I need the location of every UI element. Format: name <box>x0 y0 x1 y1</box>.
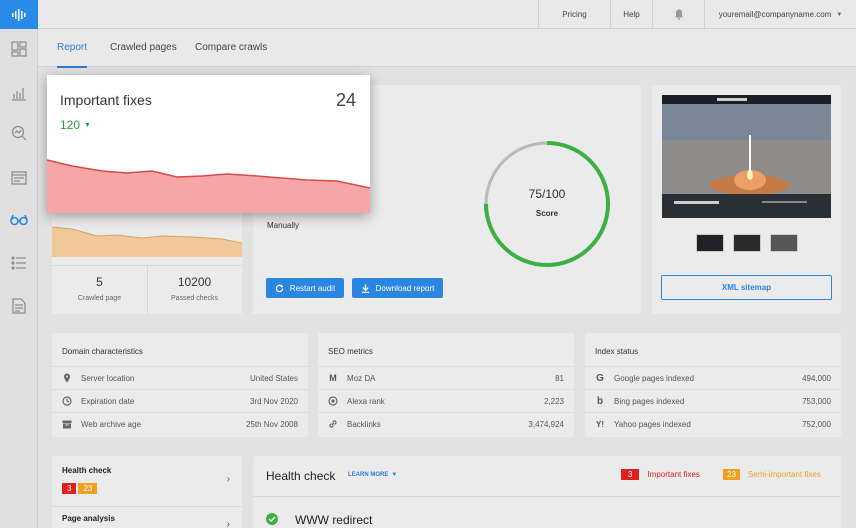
semi-important-fixes-filter[interactable]: 23 Semi-important fixes <box>723 469 821 480</box>
top-bar: Pricing Help youremail@companyname.com ▼ <box>38 0 856 29</box>
seo-metrics-card: SEO metrics M Moz DA 81 Alexa rank 2,223… <box>318 333 574 437</box>
seo-row: Backlinks 3,474,924 <box>318 412 574 435</box>
caret-down-icon: ▼ <box>84 121 91 129</box>
dashboard-icon[interactable] <box>9 39 29 59</box>
score-value: 75/100 <box>528 187 566 201</box>
app-logo[interactable] <box>0 0 38 29</box>
score-label: Score <box>535 209 559 218</box>
health-check-title: Health check <box>266 469 336 483</box>
site-preview-card: XML sitemap <box>652 85 841 314</box>
rocket-launch-image <box>662 95 831 218</box>
passed-checks-label: Passed checks <box>170 295 219 302</box>
location-pin-icon <box>62 373 72 383</box>
nav-semi-important-badge: 23 <box>78 483 98 494</box>
archive-icon <box>62 419 72 429</box>
domain-row: Server location United States <box>52 366 308 389</box>
tab-report[interactable]: Report <box>57 29 88 68</box>
index-status-card: Index status G Google pages indexed 494,… <box>585 333 841 437</box>
waveform-icon <box>12 8 26 21</box>
learn-more-link[interactable]: LEARN MORE ▼ <box>348 472 397 478</box>
pricing-link[interactable]: Pricing <box>538 0 610 29</box>
popup-title: Important fixes <box>60 92 152 108</box>
link-icon <box>328 419 338 429</box>
moz-icon: M <box>329 373 337 383</box>
index-row: Y! Yahoo pages indexed 752,000 <box>585 412 841 435</box>
domain-row: Expiration date 3rd Nov 2020 <box>52 389 308 412</box>
preview-thumbnail-1[interactable] <box>696 234 724 252</box>
important-fixes-filter[interactable]: 3 Important fixes <box>621 469 700 480</box>
glasses-icon[interactable] <box>9 210 29 230</box>
semi-important-fixes-count: 23 <box>723 469 740 480</box>
check-circle-icon <box>266 512 278 528</box>
document-icon[interactable] <box>9 296 29 316</box>
domain-row: Web archive age 25th Nov 2008 <box>52 412 308 435</box>
health-check-panel: Health check LEARN MORE ▼ 3 Important fix… <box>253 456 841 528</box>
search-analytics-icon[interactable] <box>9 123 29 143</box>
nav-health-check-label: Health check <box>62 466 112 475</box>
audit-mode: Manually <box>267 221 300 230</box>
bing-icon: b <box>596 395 604 407</box>
clock-icon <box>62 396 72 406</box>
important-fixes-count: 3 <box>621 469 640 480</box>
semi-important-fixes-label: Semi-important fixes <box>747 470 821 479</box>
index-row: G Google pages indexed 494,000 <box>585 366 841 389</box>
chevron-right-icon: › <box>226 474 230 485</box>
domain-characteristics-card: Domain characteristics Server location U… <box>52 333 308 437</box>
download-report-button[interactable]: Download report <box>352 278 443 298</box>
yahoo-icon: Y! <box>596 419 604 429</box>
list-icon[interactable] <box>9 253 29 273</box>
chevron-right-icon: › <box>226 519 230 528</box>
bell-icon <box>674 9 683 20</box>
nav-important-badge: 3 <box>62 483 77 494</box>
domain-characteristics-title: Domain characteristics <box>62 347 143 356</box>
nav-page-analysis-label: Page analysis <box>62 514 115 523</box>
index-status-title: Index status <box>595 347 639 356</box>
seo-row: M Moz DA 81 <box>318 366 574 389</box>
alexa-icon <box>328 396 338 406</box>
score-gauge <box>484 141 610 267</box>
account-menu[interactable]: youremail@companyname.com ▼ <box>704 0 856 29</box>
tab-compare-crawls[interactable]: Compare crawls <box>195 29 267 67</box>
notifications-button[interactable] <box>652 0 704 29</box>
caret-down-icon: ▼ <box>391 472 398 478</box>
crawled-pages-count: 5 <box>96 275 103 289</box>
nav-page-analysis[interactable]: Page analysis › <box>52 507 242 528</box>
download-icon <box>361 283 369 293</box>
important-fixes-trend-chart <box>47 159 370 213</box>
account-email: youremail@companyname.com <box>718 10 832 19</box>
help-link[interactable]: Help <box>610 0 652 29</box>
caret-down-icon: ▼ <box>836 11 843 18</box>
google-icon: G <box>596 372 604 384</box>
seo-row: Alexa rank 2,223 <box>318 389 574 412</box>
tab-crawled-pages[interactable]: Crawled pages <box>110 29 177 67</box>
browser-window-icon[interactable] <box>9 168 29 188</box>
popup-delta: 120 ▼ <box>60 118 91 132</box>
crawled-pages-label: Crawled page <box>77 295 122 302</box>
preview-thumbnail-3[interactable] <box>770 234 798 252</box>
popup-count: 24 <box>335 90 356 110</box>
preview-thumbnail-2[interactable] <box>733 234 761 252</box>
xml-sitemap-button[interactable]: XML sitemap <box>661 275 832 300</box>
tab-bar: Report Crawled pages Compare crawls <box>38 29 856 68</box>
seo-metrics-title: SEO metrics <box>328 347 373 356</box>
report-sections-nav: Health check 3 23 › Page analysis › <box>52 456 242 528</box>
index-row: b Bing pages indexed 753,000 <box>585 389 841 412</box>
passed-checks-count: 10200 <box>177 275 212 289</box>
important-fixes-popup: Important fixes 24 120 ▼ <box>47 75 370 213</box>
bar-chart-icon[interactable] <box>9 83 29 103</box>
restart-audit-button[interactable]: Restart audit <box>266 278 344 298</box>
sidebar <box>0 0 38 528</box>
health-item-title: WWW redirect <box>295 513 373 527</box>
nav-health-check[interactable]: Health check 3 23 › <box>52 456 242 506</box>
website-screenshot[interactable] <box>662 95 831 218</box>
important-fixes-label: Important fixes <box>647 470 700 479</box>
refresh-icon <box>275 283 284 292</box>
